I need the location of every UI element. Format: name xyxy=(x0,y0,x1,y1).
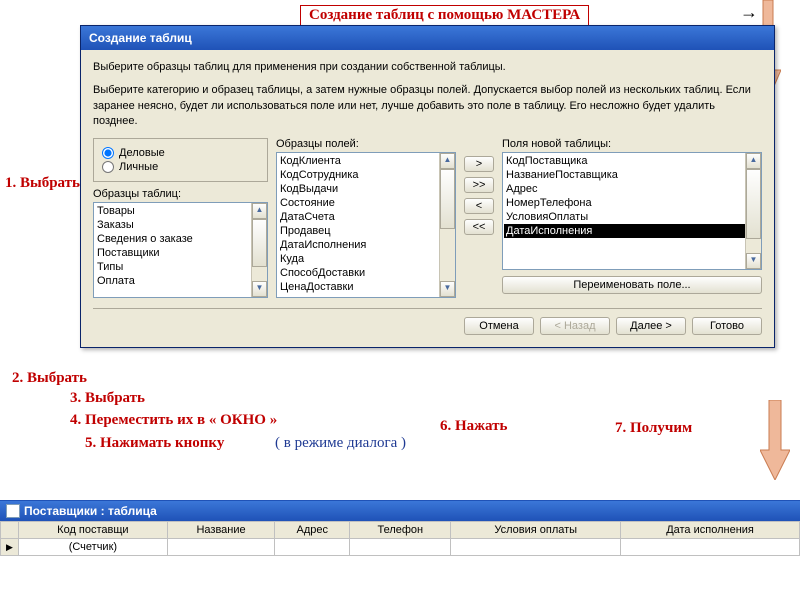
column-header[interactable]: Адрес xyxy=(275,522,350,539)
step5-annotation: 5. Нажимать кнопку xyxy=(85,435,224,452)
templates-label: Образцы таблиц: xyxy=(93,188,268,200)
add-button[interactable]: > xyxy=(464,156,494,172)
column-header[interactable]: Название xyxy=(167,522,275,539)
templates-listbox[interactable]: ТоварыЗаказыСведения о заказеПоставщикиТ… xyxy=(93,202,268,298)
list-item[interactable]: КодПоставщика xyxy=(504,154,760,168)
table-window-title: Поставщики : таблица xyxy=(0,501,800,521)
cancel-button[interactable]: Отмена xyxy=(464,317,534,335)
dialog-intro1: Выберите образцы таблиц для применения п… xyxy=(93,60,762,75)
remove-button[interactable]: < xyxy=(464,198,494,214)
newfields-listbox[interactable]: КодПоставщикаНазваниеПоставщикаАдресНоме… xyxy=(502,152,762,270)
radio-business-label: Деловые xyxy=(119,147,165,159)
list-item[interactable]: КодСотрудника xyxy=(278,168,454,182)
add-all-button[interactable]: >> xyxy=(464,177,494,193)
step6-annotation: 6. Нажать xyxy=(440,418,507,435)
list-item[interactable]: Продавец xyxy=(278,224,454,238)
list-item[interactable]: Поставщики xyxy=(95,246,266,260)
wizard-dialog: Создание таблиц Выберите образцы таблиц … xyxy=(80,25,775,348)
remove-all-button[interactable]: << xyxy=(464,219,494,235)
cell-autonumber[interactable]: (Счетчик) xyxy=(19,539,168,556)
cell[interactable] xyxy=(350,539,451,556)
scroll-up-icon[interactable]: ▲ xyxy=(252,203,267,219)
list-item[interactable]: Адрес xyxy=(504,182,760,196)
dialog-title: Создание таблиц xyxy=(81,26,774,50)
radio-personal-input[interactable] xyxy=(102,161,114,173)
templates-scrollbar[interactable]: ▲ ▼ xyxy=(251,203,267,297)
list-item[interactable]: ДатаИсполнения xyxy=(504,224,760,238)
row-selector[interactable] xyxy=(1,539,19,556)
scroll-down-icon[interactable]: ▼ xyxy=(252,281,267,297)
fields-label: Образцы полей: xyxy=(276,138,456,150)
column-header[interactable]: Условия оплаты xyxy=(451,522,621,539)
list-item[interactable]: Сведения о заказе xyxy=(95,232,266,246)
dialog-intro2: Выберите категорию и образец таблицы, а … xyxy=(93,83,762,129)
table-window-title-text: Поставщики : таблица xyxy=(24,504,157,518)
step4-annotation: 4. Переместить их в « ОКНО » xyxy=(70,412,277,429)
list-item[interactable]: Товары xyxy=(95,204,266,218)
scroll-thumb[interactable] xyxy=(252,219,267,267)
radio-personal[interactable]: Личные xyxy=(102,161,259,173)
list-item[interactable]: ДатаСчета xyxy=(278,210,454,224)
step2-annotation: 2. Выбрать xyxy=(12,370,87,387)
list-item[interactable]: ДатаИсполнения xyxy=(278,238,454,252)
rename-button[interactable]: Переименовать поле... xyxy=(502,276,762,294)
dialog-footer: Отмена < Назад Далее > Готово xyxy=(93,308,762,335)
arrow-down-icon xyxy=(760,400,784,480)
row-selector-header[interactable] xyxy=(1,522,19,539)
list-item[interactable]: НазваниеПоставщика xyxy=(504,168,760,182)
list-item[interactable]: СпособДоставки xyxy=(278,266,454,280)
next-button[interactable]: Далее > xyxy=(616,317,686,335)
list-item[interactable]: КодКлиента xyxy=(278,154,454,168)
list-item[interactable]: ЦенаДоставки xyxy=(278,280,454,294)
list-item[interactable]: Заказы xyxy=(95,218,266,232)
result-table[interactable]: Код поставщиНазваниеАдресТелефонУсловия … xyxy=(0,521,800,556)
top-title-annotation: Создание таблиц с помощью МАСТЕРА xyxy=(300,5,589,26)
column-header[interactable]: Дата исполнения xyxy=(621,522,800,539)
list-item[interactable]: КодВыдачи xyxy=(278,182,454,196)
newfields-label: Поля новой таблицы: xyxy=(502,138,762,150)
newfields-scrollbar[interactable]: ▲ ▼ xyxy=(745,153,761,269)
scroll-thumb[interactable] xyxy=(440,169,455,229)
step7-annotation: 7. Получим xyxy=(615,420,692,437)
scroll-up-icon[interactable]: ▲ xyxy=(746,153,761,169)
cell[interactable] xyxy=(167,539,275,556)
column-header[interactable]: Код поставщи xyxy=(19,522,168,539)
scroll-thumb[interactable] xyxy=(746,169,761,239)
result-table-window: Поставщики : таблица Код поставщиНазвани… xyxy=(0,500,800,556)
table-row[interactable]: (Счетчик) xyxy=(1,539,800,556)
radio-business-input[interactable] xyxy=(102,147,114,159)
fields-listbox[interactable]: КодКлиентаКодСотрудникаКодВыдачиСостояни… xyxy=(276,152,456,298)
table-icon xyxy=(6,504,20,518)
list-item[interactable]: Куда xyxy=(278,252,454,266)
finish-button[interactable]: Готово xyxy=(692,317,762,335)
step1-annotation: 1. Выбрать xyxy=(5,175,80,192)
scroll-up-icon[interactable]: ▲ xyxy=(440,153,455,169)
list-item[interactable]: Оплата xyxy=(95,274,266,288)
list-item[interactable]: НомерТелефона xyxy=(504,196,760,210)
back-button[interactable]: < Назад xyxy=(540,317,610,335)
cell[interactable] xyxy=(621,539,800,556)
cell[interactable] xyxy=(275,539,350,556)
step3-annotation: 3. Выбрать xyxy=(70,390,145,407)
fields-scrollbar[interactable]: ▲ ▼ xyxy=(439,153,455,297)
category-group: Деловые Личные xyxy=(93,138,268,182)
list-item[interactable]: Состояние xyxy=(278,196,454,210)
step5b-annotation: ( в режиме диалога ) xyxy=(275,435,406,452)
list-item[interactable]: УсловияОплаты xyxy=(504,210,760,224)
scroll-down-icon[interactable]: ▼ xyxy=(746,253,761,269)
radio-business[interactable]: Деловые xyxy=(102,147,259,159)
cell[interactable] xyxy=(451,539,621,556)
list-item[interactable]: Типы xyxy=(95,260,266,274)
radio-personal-label: Личные xyxy=(119,161,158,173)
move-buttons: > >> < << xyxy=(464,138,494,298)
column-header[interactable]: Телефон xyxy=(350,522,451,539)
scroll-down-icon[interactable]: ▼ xyxy=(440,281,455,297)
